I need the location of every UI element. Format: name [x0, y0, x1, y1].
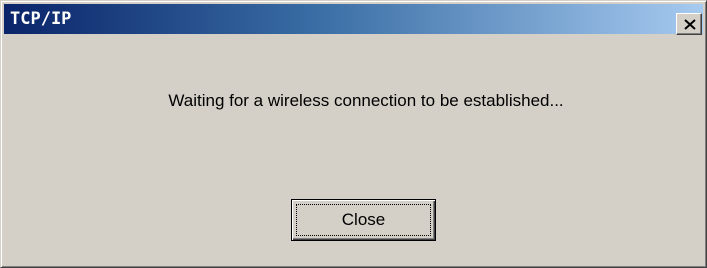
window-title: TCP/IP [10, 9, 72, 29]
close-x-icon [684, 19, 696, 30]
title-close-button[interactable] [676, 13, 702, 35]
close-button-label: Close [296, 204, 431, 236]
status-message: Waiting for a wireless connection to be … [168, 91, 564, 110]
dialog-window: TCP/IP Waiting for a wireless connection… [0, 0, 707, 268]
close-button[interactable]: Close [291, 199, 436, 241]
title-bar[interactable]: TCP/IP [4, 4, 703, 35]
